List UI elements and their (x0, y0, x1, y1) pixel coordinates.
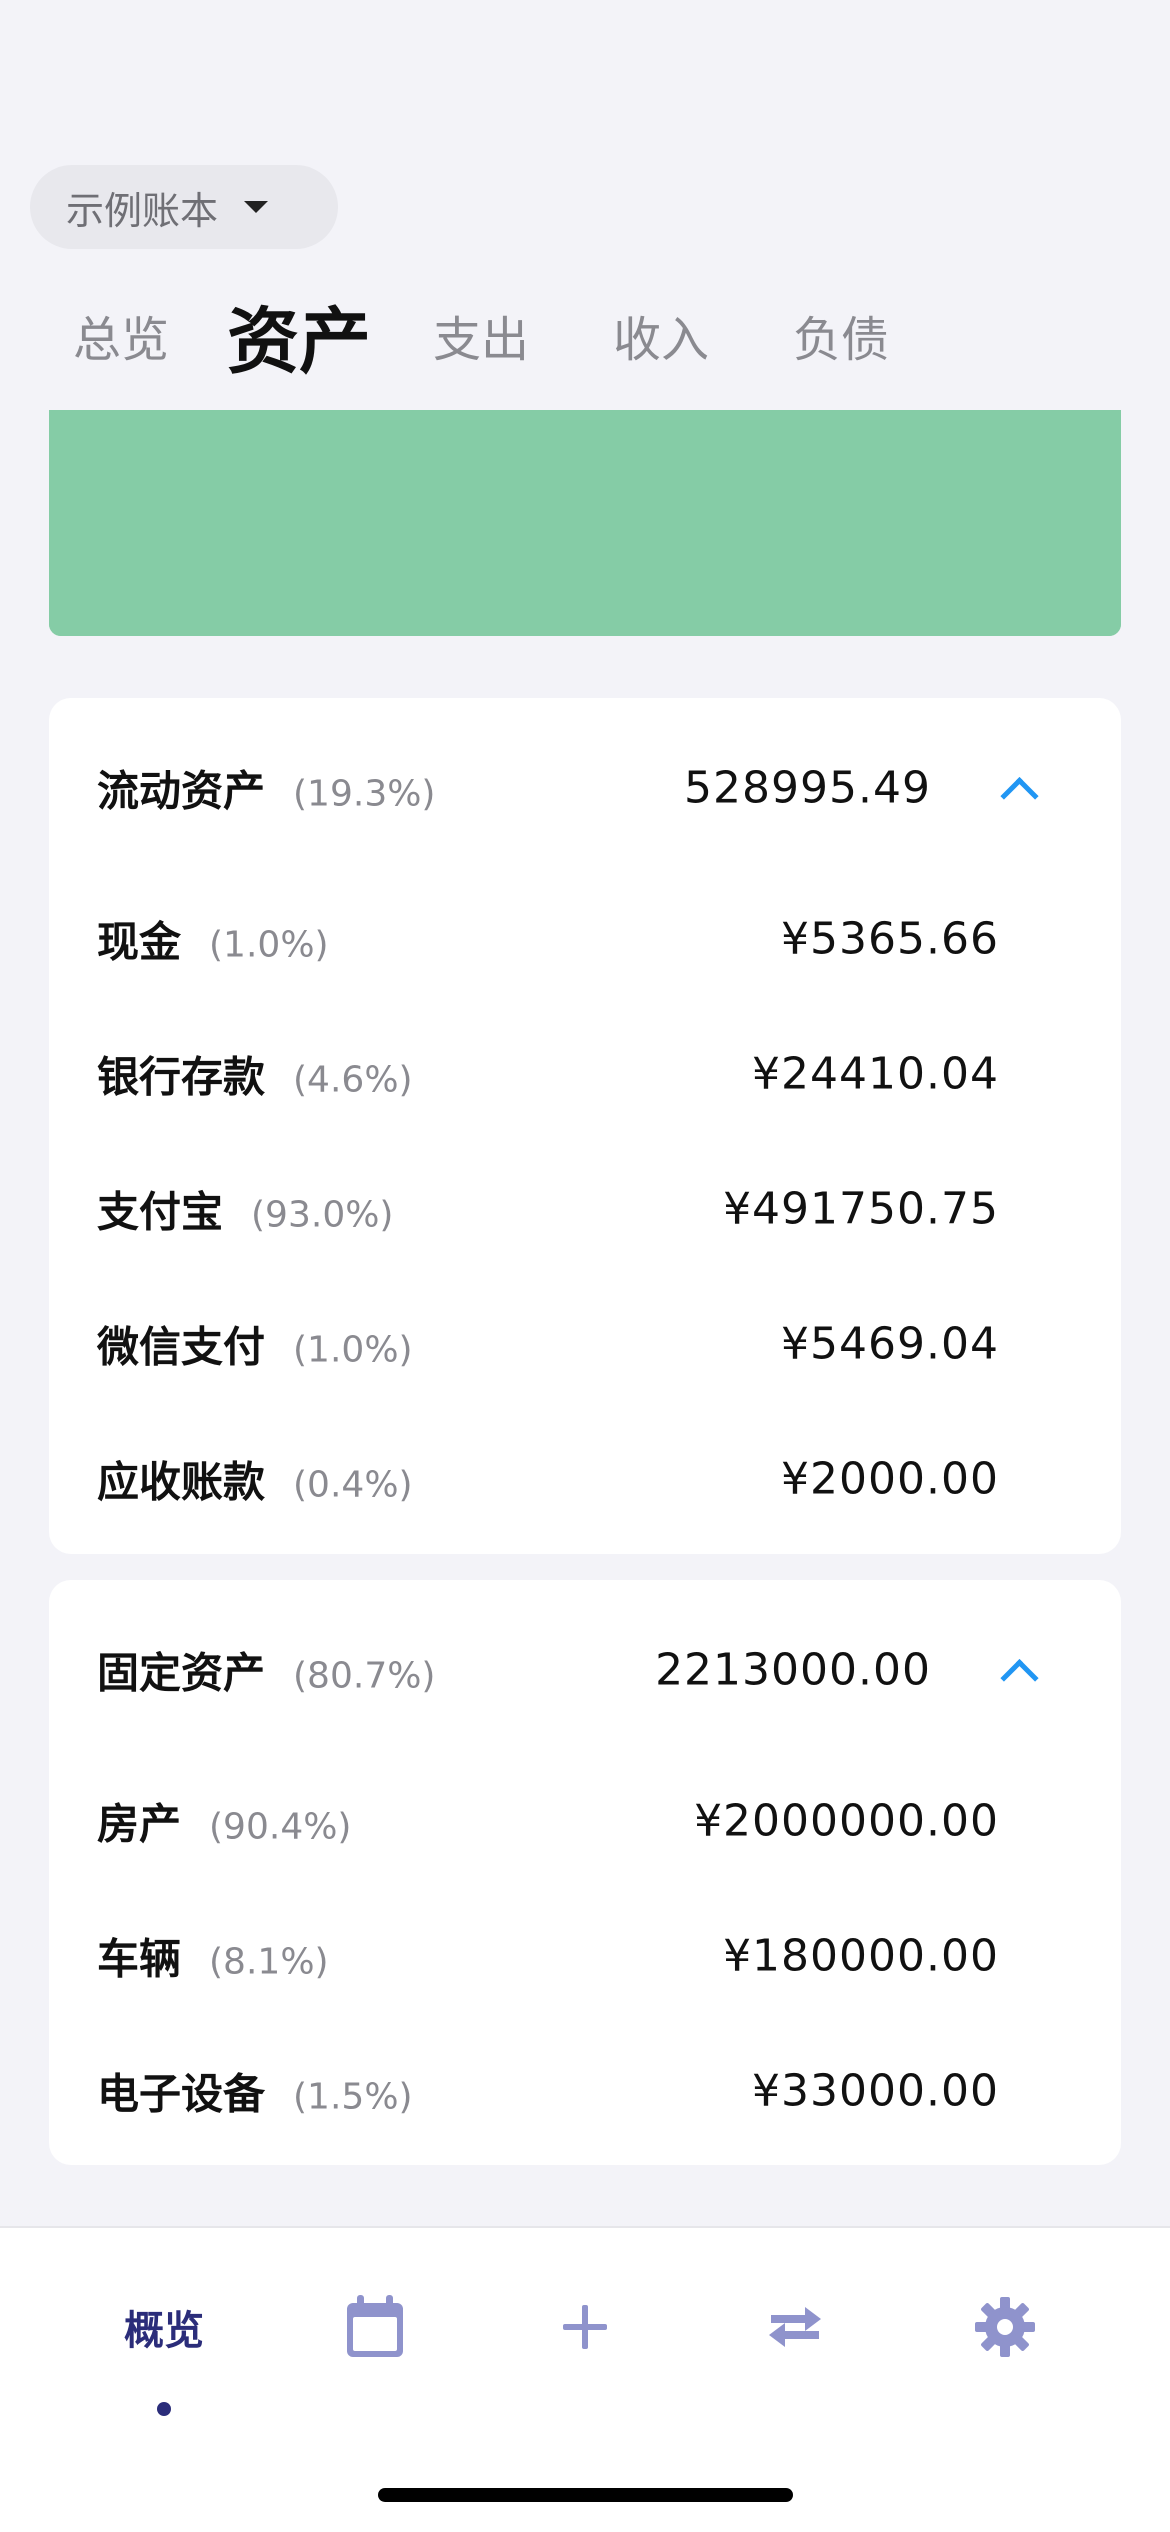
account-percent: (1.0%) (293, 1329, 413, 1371)
tab-assets[interactable]: 资产 (227, 283, 371, 388)
account-amount: ¥33000.00 (752, 2065, 999, 2117)
treemap-block-fixed-assets[interactable] (49, 410, 912, 636)
list-item[interactable]: 微信支付 (1.0%) ¥5469.04 (49, 1294, 1121, 1394)
account-name: 车辆 (8.1%) (97, 1934, 329, 1984)
group-percent: (19.3%) (293, 773, 436, 815)
bottom-nav: 概览 (0, 2226, 1170, 2532)
list-item[interactable]: 银行存款 (4.6%) ¥24410.04 (49, 1024, 1121, 1124)
account-name: 电子设备 (1.5%) (97, 2069, 413, 2119)
account-amount: ¥5365.66 (781, 913, 999, 965)
group-total: 528995.49 (684, 762, 931, 814)
asset-group-card-fixed: 固定资产 (80.7%) 2213000.00 房产 (90.4%) ¥200000… (49, 1580, 1121, 2165)
screen: 示例账本 总览 资产 支出 收入 负债 流动资产 (19.3%) 528995.4… (0, 0, 1170, 2532)
tab-liabilities[interactable]: 负债 (793, 300, 889, 370)
home-indicator (378, 2488, 793, 2502)
account-percent: (4.6%) (293, 1059, 413, 1101)
account-amount: ¥491750.75 (723, 1183, 999, 1235)
list-item[interactable]: 应收账款 (0.4%) ¥2000.00 (49, 1429, 1121, 1529)
plus-icon (563, 2305, 607, 2349)
tab-overview[interactable]: 总览 (73, 300, 169, 370)
nav-add[interactable] (525, 2272, 645, 2382)
account-amount: ¥2000000.00 (694, 1795, 999, 1847)
group-header-fixed[interactable]: 固定资产 (80.7%) 2213000.00 (49, 1620, 1121, 1720)
account-amount: ¥5469.04 (781, 1318, 999, 1370)
list-item[interactable]: 支付宝 (93.0%) ¥491750.75 (49, 1159, 1121, 1259)
group-name: 固定资产 (80.7%) (97, 1648, 436, 1698)
account-percent: (0.4%) (293, 1464, 413, 1506)
gear-icon (975, 2297, 1035, 2357)
account-percent: (90.4%) (209, 1806, 352, 1848)
list-item[interactable]: 电子设备 (1.5%) ¥33000.00 (49, 2041, 1121, 2141)
account-name: 应收账款 (0.4%) (97, 1457, 413, 1507)
nav-calendar[interactable] (315, 2272, 435, 2382)
caret-down-icon (244, 201, 269, 213)
tab-income[interactable]: 收入 (613, 300, 709, 370)
book-selector-label: 示例账本 (66, 188, 219, 233)
group-header-current[interactable]: 流动资产 (19.3%) 528995.49 (49, 738, 1121, 838)
account-percent: (93.0%) (251, 1194, 394, 1236)
asset-treemap (49, 410, 1121, 636)
asset-group-card-current: 流动资产 (19.3%) 528995.49 现金 (1.0%) ¥5365.66 … (49, 698, 1121, 1554)
calendar-icon (347, 2295, 403, 2357)
transfer-icon (769, 2307, 821, 2347)
active-indicator-dot (157, 2402, 171, 2416)
account-amount: ¥24410.04 (752, 1048, 999, 1100)
group-percent: (80.7%) (293, 1655, 436, 1697)
list-item[interactable]: 现金 (1.0%) ¥5365.66 (49, 889, 1121, 989)
nav-settings[interactable] (945, 2272, 1065, 2382)
nav-overview[interactable]: 概览 (104, 2272, 224, 2416)
account-name: 微信支付 (1.0%) (97, 1322, 413, 1372)
account-name: 房产 (90.4%) (97, 1799, 352, 1849)
nav-transfer[interactable] (735, 2272, 855, 2382)
group-total: 2213000.00 (655, 1644, 931, 1696)
list-item[interactable]: 房产 (90.4%) ¥2000000.00 (49, 1771, 1121, 1871)
chevron-up-icon[interactable] (1000, 777, 1039, 816)
account-name: 银行存款 (4.6%) (97, 1052, 413, 1102)
account-name: 现金 (1.0%) (97, 917, 329, 967)
group-name: 流动资产 (19.3%) (97, 766, 436, 816)
account-percent: (1.5%) (293, 2076, 413, 2118)
treemap-block-current-assets[interactable] (915, 410, 1121, 636)
nav-overview-label: 概览 (124, 2308, 204, 2354)
account-amount: ¥2000.00 (781, 1453, 999, 1505)
tab-bar: 总览 资产 支出 收入 负债 (0, 280, 1170, 390)
book-selector[interactable]: 示例账本 (30, 165, 338, 249)
account-name: 支付宝 (93.0%) (97, 1187, 394, 1237)
chevron-up-icon[interactable] (1000, 1659, 1039, 1698)
list-item[interactable]: 车辆 (8.1%) ¥180000.00 (49, 1906, 1121, 2006)
tab-expense[interactable]: 支出 (433, 300, 529, 370)
account-percent: (1.0%) (209, 924, 329, 966)
account-amount: ¥180000.00 (723, 1930, 999, 1982)
account-percent: (8.1%) (209, 1941, 329, 1983)
